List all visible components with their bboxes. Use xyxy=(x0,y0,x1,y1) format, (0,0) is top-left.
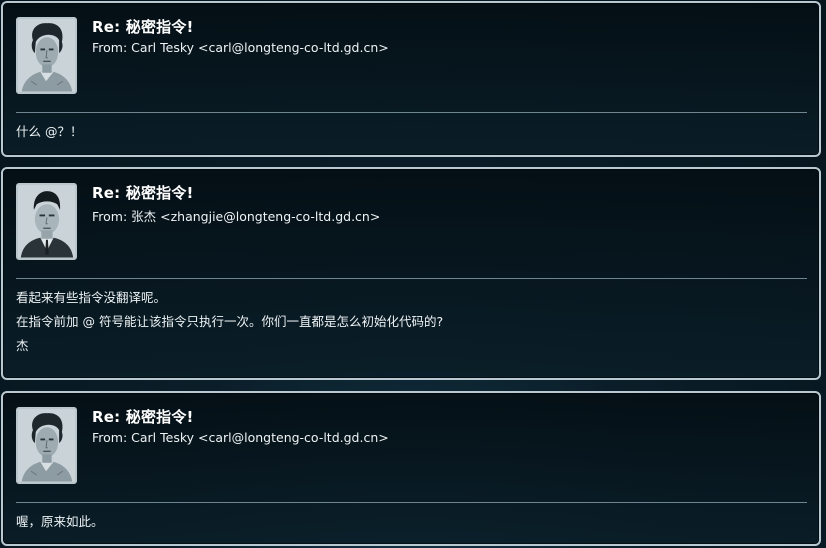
email-body-line: 杰 xyxy=(16,338,29,353)
zhangjie-portrait-icon xyxy=(18,185,75,258)
carl-portrait-icon xyxy=(18,19,75,92)
email-subject: Re: 秘密指令! xyxy=(92,184,194,202)
email-message: Re: 秘密指令! From: Carl Tesky <carl@longten… xyxy=(1,1,821,157)
email-subject: Re: 秘密指令! xyxy=(92,18,194,36)
email-sender: From: Carl Tesky <carl@longteng-co-ltd.g… xyxy=(92,430,389,445)
sender-avatar xyxy=(16,407,77,484)
email-sender: From: Carl Tesky <carl@longteng-co-ltd.g… xyxy=(92,40,389,55)
email-subject: Re: 秘密指令! xyxy=(92,408,194,426)
sender-avatar xyxy=(16,17,77,94)
email-body: 什么 @？！ xyxy=(16,124,805,150)
email-message: Re: 秘密指令! From: Carl Tesky <carl@longten… xyxy=(1,391,821,546)
email-body: 看起来有些指令没翻译呢。 在指令前加 @ 符号能让该指令只执行一次。你们一直都是… xyxy=(16,290,805,364)
email-thread: Re: 秘密指令! From: Carl Tesky <carl@longten… xyxy=(0,0,826,548)
header-divider xyxy=(16,112,807,113)
email-body: 喔，原来如此。 xyxy=(16,514,805,540)
carl-portrait-icon xyxy=(18,409,75,482)
email-body-line: 什么 @？！ xyxy=(16,124,83,139)
email-sender: From: 张杰 <zhangjie@longteng-co-ltd.gd.cn… xyxy=(92,209,381,224)
email-body-line: 喔，原来如此。 xyxy=(16,514,104,529)
sender-avatar xyxy=(16,183,77,260)
header-divider xyxy=(16,502,807,503)
email-message: Re: 秘密指令! From: 张杰 <zhangjie@longteng-co… xyxy=(1,167,821,380)
email-body-line: 在指令前加 @ 符号能让该指令只执行一次。你们一直都是怎么初始化代码的? xyxy=(16,314,444,329)
header-divider xyxy=(16,278,807,279)
email-body-line: 看起来有些指令没翻译呢。 xyxy=(16,290,167,305)
